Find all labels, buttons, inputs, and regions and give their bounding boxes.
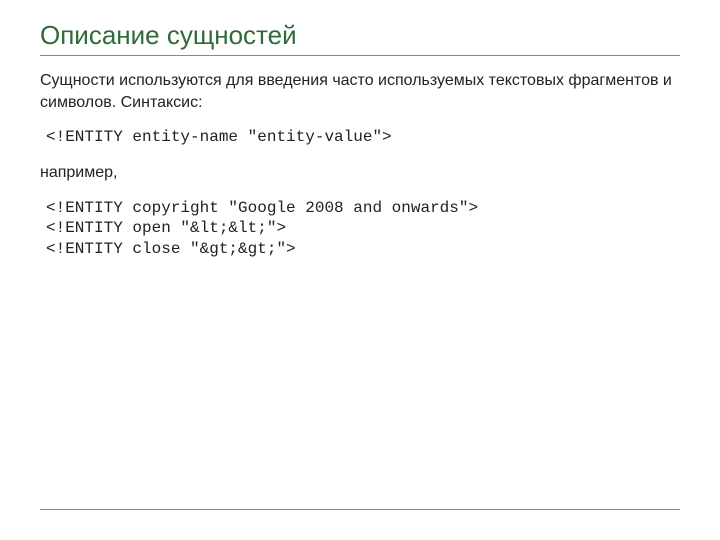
example-code: <!ENTITY copyright "Google 2008 and onwa… bbox=[46, 198, 680, 260]
footer-rule bbox=[40, 509, 680, 510]
slide-title: Описание сущностей bbox=[40, 20, 680, 56]
example-lead: например, bbox=[40, 162, 680, 184]
slide: Описание сущностей Сущности используются… bbox=[0, 0, 720, 540]
syntax-code: <!ENTITY entity-name "entity-value"> bbox=[46, 127, 680, 148]
intro-text: Сущности используются для введения часто… bbox=[40, 70, 680, 113]
